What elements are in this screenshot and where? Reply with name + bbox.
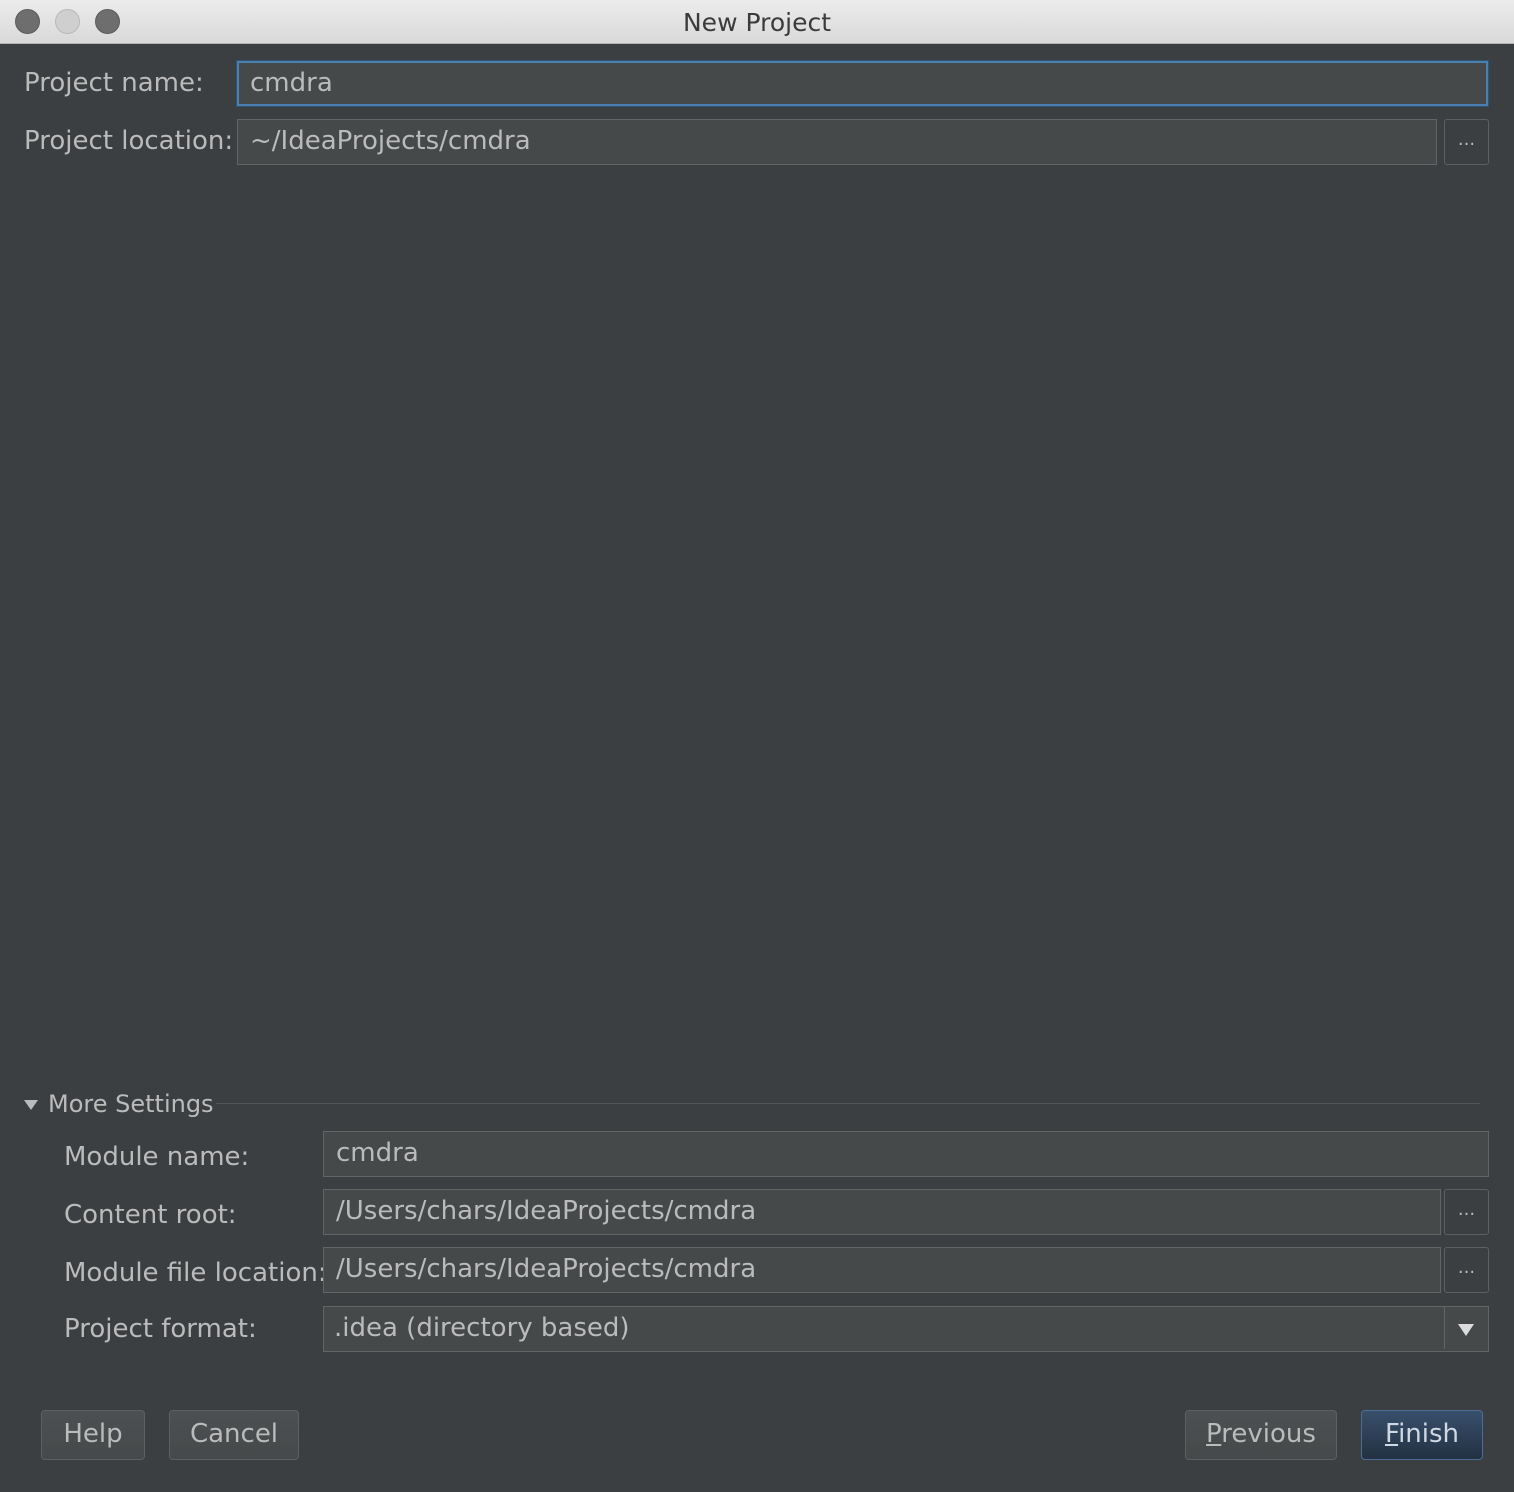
project-location-browse-button[interactable]: ... bbox=[1444, 119, 1489, 165]
content-root-label: Content root: bbox=[64, 1200, 237, 1230]
previous-mnemonic: P bbox=[1206, 1419, 1222, 1449]
module-file-location-browse-button[interactable]: ... bbox=[1444, 1247, 1489, 1293]
window-title: New Project bbox=[682, 8, 831, 37]
cancel-button[interactable]: Cancel bbox=[169, 1410, 299, 1460]
title-bar: New Project bbox=[0, 0, 1514, 44]
module-name-label: Module name: bbox=[64, 1142, 250, 1172]
finish-mnemonic: F bbox=[1384, 1419, 1399, 1449]
module-name-input[interactable]: cmdra bbox=[323, 1131, 1489, 1177]
project-format-dropdown-button[interactable] bbox=[1444, 1307, 1488, 1349]
expand-triangle-icon[interactable] bbox=[24, 1100, 38, 1110]
project-name-label: Project name: bbox=[24, 68, 204, 98]
project-location-input[interactable]: ~/IdeaProjects/cmdra bbox=[237, 119, 1437, 165]
previous-button[interactable]: Previous bbox=[1185, 1410, 1337, 1460]
project-format-label: Project format: bbox=[64, 1314, 257, 1344]
chevron-down-icon bbox=[1458, 1324, 1474, 1336]
section-divider bbox=[216, 1103, 1480, 1104]
previous-label: revious bbox=[1221, 1419, 1316, 1449]
content-root-input[interactable]: /Users/chars/IdeaProjects/cmdra bbox=[323, 1189, 1441, 1235]
content-root-browse-button[interactable]: ... bbox=[1444, 1189, 1489, 1235]
project-format-select[interactable]: .idea (directory based) bbox=[323, 1306, 1489, 1352]
help-button[interactable]: Help bbox=[41, 1410, 145, 1460]
finish-label: inish bbox=[1398, 1419, 1460, 1449]
module-file-location-label: Module file location: bbox=[64, 1258, 327, 1288]
project-name-input[interactable]: cmdra bbox=[237, 61, 1488, 106]
finish-button[interactable]: Finish bbox=[1361, 1410, 1483, 1460]
more-settings-toggle[interactable]: More Settings bbox=[48, 1090, 214, 1118]
project-location-label: Project location: bbox=[24, 126, 234, 156]
module-file-location-input[interactable]: /Users/chars/IdeaProjects/cmdra bbox=[323, 1247, 1441, 1293]
